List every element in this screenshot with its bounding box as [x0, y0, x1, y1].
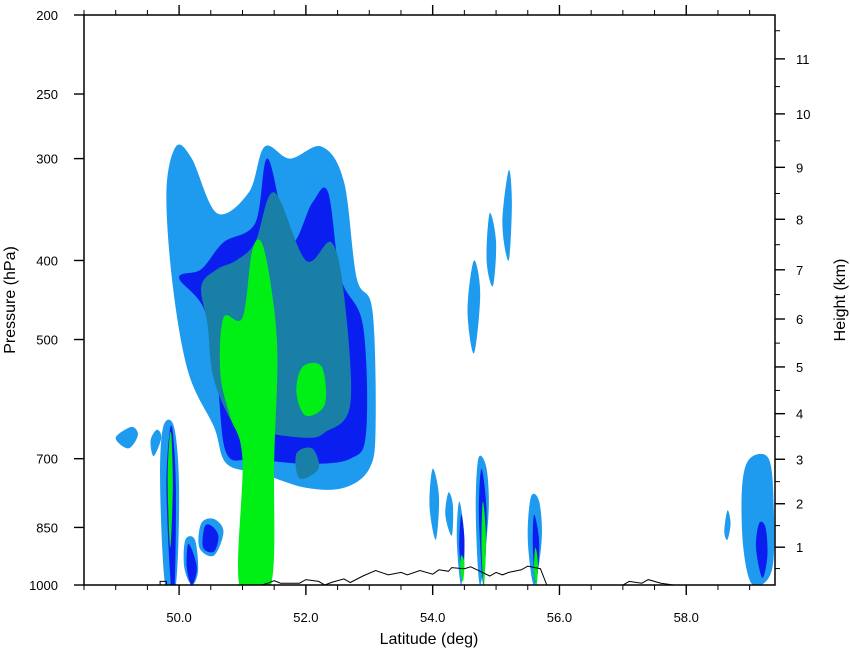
y-tick-label: 500: [36, 333, 58, 348]
contour-region-level-1: [445, 492, 454, 536]
y-tick-label: 250: [36, 87, 58, 102]
x-axis-title: Latitude (deg): [380, 631, 479, 648]
y-tick-label: 400: [36, 253, 58, 268]
contour-region-level-1: [724, 510, 731, 540]
y-axis-title: Pressure (hPa): [2, 246, 19, 354]
y2-tick-label: 6: [796, 312, 803, 327]
x-tick-label: 58.0: [674, 610, 699, 625]
y2-tick-label: 10: [796, 107, 810, 122]
y2-tick-label: 5: [796, 360, 803, 375]
y2-tick-label: 11: [796, 52, 810, 67]
y-tick-label: 1000: [29, 578, 58, 593]
x-tick-label: 56.0: [547, 610, 572, 625]
contour-chart: 50.0 52.0 54.0 56.0 58.0 1000 850 700 500 400 300…: [2, 5, 849, 648]
contour-region-level-1: [150, 429, 162, 457]
y-tick-label: 300: [36, 152, 58, 167]
contour-region-level-1: [115, 426, 138, 449]
y-axis-right: 1 2 3 4 5 6 7 8 9 10 11: [775, 30, 810, 570]
plot-area: [84, 144, 775, 585]
y-axis-left: 1000 850 700 500 400 300 250 200: [29, 8, 84, 593]
contour-region-level-1: [741, 453, 775, 585]
y2-tick-label: 4: [796, 407, 803, 422]
y2-tick-label: 9: [796, 160, 803, 175]
x-tick-label: 54.0: [420, 610, 445, 625]
y2-tick-label: 8: [796, 212, 803, 227]
y2-tick-label: 1: [796, 540, 803, 555]
contour-regions: [115, 144, 775, 585]
y2-tick-label: 7: [796, 263, 803, 278]
y-tick-label: 700: [36, 452, 58, 467]
contour-region-level-1: [486, 212, 497, 287]
y2-tick-label: 2: [796, 497, 803, 512]
y-tick-label: 200: [36, 8, 58, 23]
y2-axis-title: Height (km): [832, 259, 849, 342]
x-tick-label: 52.0: [293, 610, 318, 625]
x-tick-label: 50.0: [166, 610, 191, 625]
y-tick-label: 850: [36, 520, 58, 535]
contour-region-level-1: [429, 468, 440, 540]
contour-region-level-1: [502, 169, 512, 261]
contour-region-level-1: [467, 260, 481, 354]
y2-tick-label: 3: [796, 452, 803, 467]
contour-region-level-4: [296, 362, 327, 417]
